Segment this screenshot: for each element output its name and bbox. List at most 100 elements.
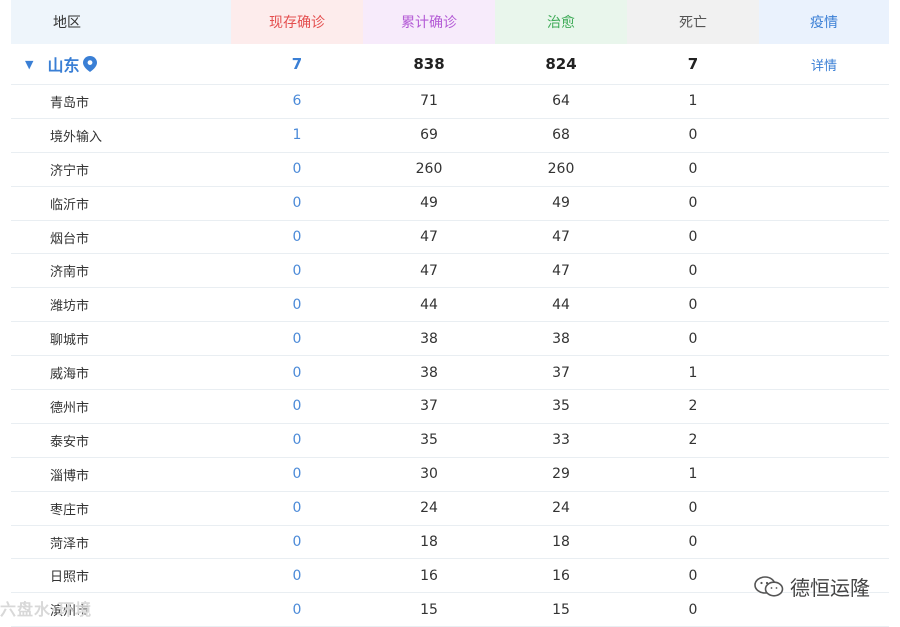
city-row[interactable]: 临沂市 0 49 49 0: [11, 187, 889, 221]
city-row[interactable]: 聊城市 0 38 38 0: [11, 322, 889, 357]
city-total: 69: [420, 127, 438, 144]
city-name: 菏泽市: [50, 536, 90, 552]
city-current: 6: [292, 93, 302, 110]
city-more-cell: [759, 85, 889, 118]
city-total: 49: [420, 195, 438, 212]
city-total: 35: [420, 432, 438, 449]
city-current: 0: [292, 432, 302, 449]
city-row[interactable]: 淄博市 0 30 29 1: [11, 458, 889, 492]
city-cured: 47: [552, 229, 570, 245]
city-current: 0: [292, 500, 302, 517]
header-region-pad: [123, 0, 231, 44]
province-row[interactable]: ▼ 山东 7 838 824 7 详情: [11, 44, 889, 85]
city-name: 聊城市: [50, 333, 90, 349]
city-dead: 2: [688, 432, 698, 449]
city-total: 24: [420, 500, 438, 517]
city-total: 38: [420, 330, 438, 347]
city-total: 18: [420, 534, 438, 551]
city-more-cell: [759, 424, 889, 457]
city-row[interactable]: 青岛市 6 71 64 1: [11, 85, 889, 119]
city-total: 37: [420, 398, 438, 415]
wechat-watermark: 德恒运隆: [754, 572, 870, 601]
city-dead: 0: [688, 534, 698, 551]
city-current: 0: [292, 195, 302, 212]
city-dead: 0: [688, 330, 698, 347]
city-dead: 0: [688, 567, 698, 584]
city-more-cell: [759, 288, 889, 321]
city-row[interactable]: 烟台市 0 47 47 0: [11, 221, 889, 255]
city-more-cell: [759, 153, 889, 186]
city-name: 青岛市: [50, 95, 90, 111]
epidemic-table: 地区 现存确诊 累计确诊 治愈 死亡 疫情 ▼ 山东 7 838 824 7 详…: [11, 0, 889, 627]
city-cured: 24: [552, 500, 570, 517]
city-row[interactable]: 德州市 0 37 35 2: [11, 390, 889, 424]
city-current: 0: [292, 567, 302, 584]
city-row[interactable]: 枣庄市 0 24 24 0: [11, 492, 889, 526]
city-more-cell: [759, 322, 889, 355]
header-current[interactable]: 现存确诊: [231, 0, 363, 44]
city-more-cell: [759, 356, 889, 389]
city-total: 16: [420, 567, 438, 584]
city-dead: 1: [688, 466, 698, 483]
city-row[interactable]: 菏泽市 0 18 18 0: [11, 526, 889, 560]
city-dead: 2: [688, 398, 698, 415]
city-current: 0: [292, 601, 302, 618]
city-more-cell: [759, 254, 889, 287]
city-dead: 0: [688, 296, 698, 313]
city-more-cell: [759, 458, 889, 491]
header-cured[interactable]: 治愈: [495, 0, 627, 44]
collapse-triangle-icon[interactable]: ▼: [25, 58, 33, 71]
city-row[interactable]: 潍坊市 0 44 44 0: [11, 288, 889, 323]
city-dead: 0: [688, 229, 698, 245]
city-dead: 0: [688, 500, 698, 517]
city-row[interactable]: 境外输入 1 69 68 0: [11, 119, 889, 153]
city-row[interactable]: 济宁市 0 260 260 0: [11, 153, 889, 187]
corner-watermark-text: 六盘水·环境: [0, 600, 93, 619]
city-dead: 0: [688, 195, 698, 212]
city-dead: 0: [688, 262, 698, 279]
city-total: 260: [415, 161, 443, 178]
city-total: 30: [420, 466, 438, 483]
city-row[interactable]: 济南市 0 47 47 0: [11, 254, 889, 289]
city-current: 0: [292, 229, 302, 245]
city-dead: 1: [688, 93, 698, 110]
header-dead[interactable]: 死亡: [627, 0, 759, 44]
city-cured: 68: [552, 127, 570, 144]
location-pin-icon: [83, 56, 98, 72]
province-cell[interactable]: ▼ 山东: [11, 44, 231, 84]
detail-link[interactable]: 详情: [759, 44, 889, 84]
city-name: 泰安市: [50, 434, 90, 450]
city-more-cell: [759, 390, 889, 423]
header-total[interactable]: 累计确诊: [363, 0, 495, 44]
city-cured: 18: [552, 534, 570, 551]
city-dead: 1: [688, 364, 698, 381]
corner-watermark: 六盘水·环境: [0, 596, 92, 620]
city-total: 15: [420, 601, 438, 618]
city-name: 淄博市: [50, 468, 90, 484]
city-cured: 15: [552, 601, 570, 618]
city-dead: 0: [688, 127, 698, 144]
header-region-cell: 地区: [11, 0, 231, 44]
city-name: 日照市: [50, 570, 90, 586]
city-cured: 44: [552, 296, 570, 313]
city-current: 0: [292, 364, 302, 381]
city-cured: 33: [552, 432, 570, 449]
city-more-cell: [759, 221, 889, 254]
header-more[interactable]: 疫情: [759, 0, 889, 44]
city-current: 1: [292, 127, 302, 144]
province-name: 山东: [47, 56, 80, 75]
city-row[interactable]: 泰安市 0 35 33 2: [11, 424, 889, 458]
city-cured: 38: [552, 330, 570, 347]
city-name: 烟台市: [50, 231, 90, 247]
city-cured: 64: [552, 93, 570, 110]
province-dead: 7: [687, 55, 699, 73]
city-cured: 49: [552, 195, 570, 212]
city-total: 47: [420, 262, 438, 279]
city-current: 0: [292, 262, 302, 279]
city-row[interactable]: 威海市 0 38 37 1: [11, 356, 889, 391]
city-cured: 47: [552, 262, 570, 279]
city-more-cell: [759, 492, 889, 525]
province-cured: 824: [545, 55, 577, 73]
city-current: 0: [292, 330, 302, 347]
table-header: 地区 现存确诊 累计确诊 治愈 死亡 疫情: [11, 0, 889, 44]
